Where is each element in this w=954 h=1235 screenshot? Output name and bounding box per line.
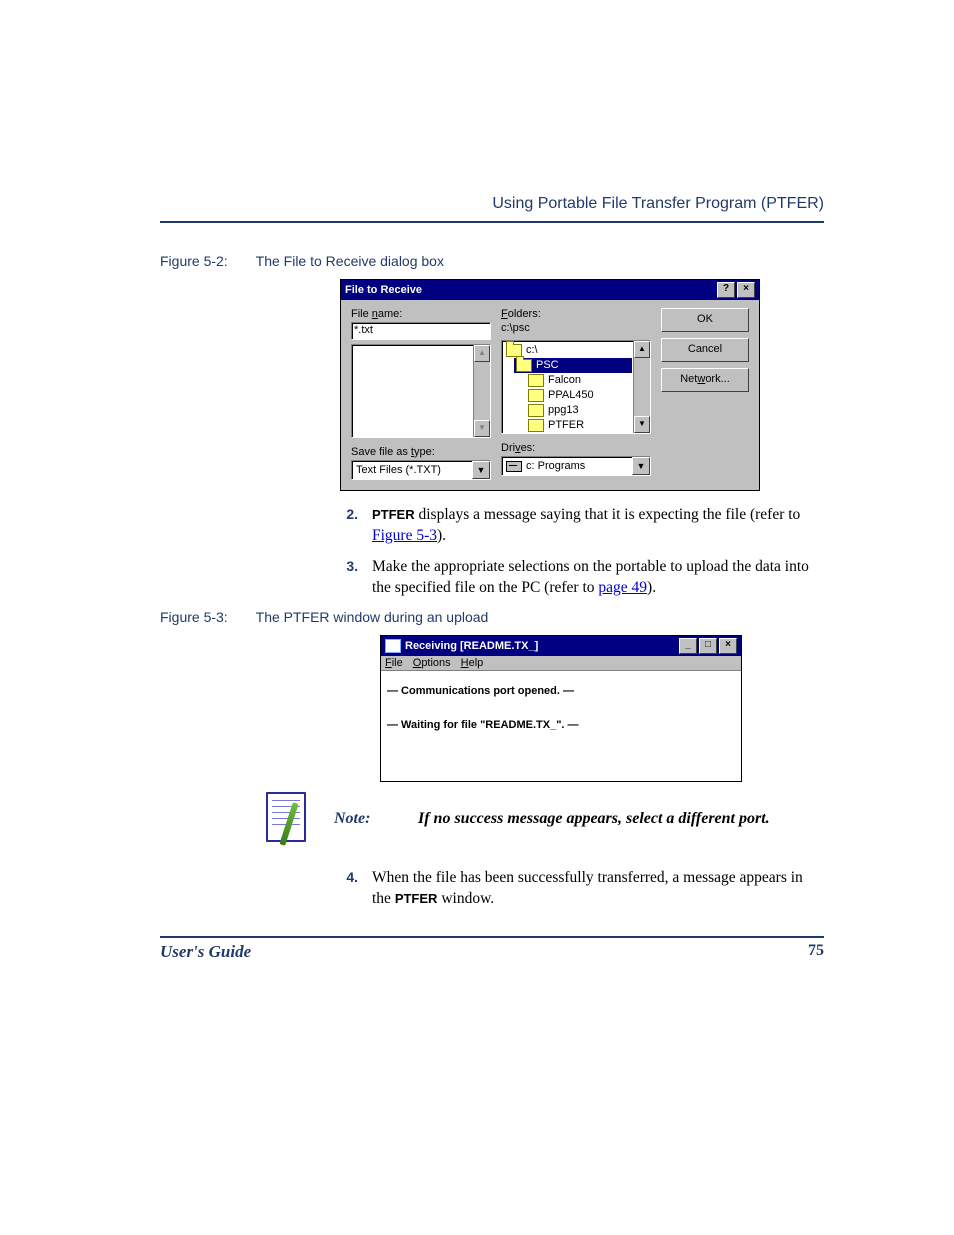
scroll-up-icon[interactable]: ▲: [634, 341, 650, 358]
folder-label: PPAL450: [548, 388, 594, 403]
note-label: Note:: [334, 810, 394, 828]
step-text: PTFER displays a message saying that it …: [372, 505, 824, 547]
menu-file[interactable]: File: [385, 657, 403, 669]
save-as-type-value: Text Files (*.TXT): [352, 461, 472, 479]
filename-label: File name:: [351, 308, 491, 320]
help-icon[interactable]: ?: [717, 282, 735, 298]
folder-icon: [528, 404, 544, 417]
drive-icon: [506, 461, 522, 472]
footer-title: User's Guide: [160, 942, 251, 962]
folder-icon: [528, 374, 544, 387]
folders-label: Folders:: [501, 308, 651, 320]
folder-label: c:\: [526, 343, 538, 358]
save-as-type-combo[interactable]: Text Files (*.TXT) ▼: [351, 460, 491, 480]
page-number: 75: [808, 942, 824, 962]
note-icon: [260, 792, 310, 846]
section-header: Using Portable File Transfer Program (PT…: [160, 195, 824, 223]
filename-input[interactable]: *.txt: [351, 322, 491, 340]
window-title-text: Receiving [README.TX_]: [405, 640, 538, 652]
ptfer-window: Receiving [README.TX_] _ □ × File Option…: [380, 635, 742, 782]
close-icon[interactable]: ×: [719, 638, 737, 654]
file-to-receive-dialog: File to Receive ? × File name: *.txt ▲ ▼: [340, 279, 760, 491]
folder-label: Falcon: [548, 373, 581, 388]
network-button[interactable]: Network...: [661, 368, 749, 392]
dialog-title-text: File to Receive: [345, 284, 422, 296]
folder-treeview[interactable]: c:\ PSC Falcon PPAL450: [501, 340, 651, 434]
link-figure-5-3[interactable]: Figure 5-3: [372, 527, 437, 544]
folder-label: PTFER: [548, 418, 584, 433]
folder-icon: [528, 389, 544, 402]
step-number: 4.: [340, 868, 358, 910]
close-icon[interactable]: ×: [737, 282, 755, 298]
step-text: When the file has been successfully tran…: [372, 868, 824, 910]
step-4: 4. When the file has been successfully t…: [340, 868, 824, 910]
figure-caption-text: The PTFER window during an upload: [256, 609, 489, 625]
save-as-type-label: Save file as type:: [351, 446, 491, 458]
folder-open-icon: [516, 359, 532, 372]
step-number: 3.: [340, 557, 358, 599]
maximize-icon[interactable]: □: [699, 638, 717, 654]
keyword-ptfer: PTFER: [395, 891, 438, 906]
page-footer: User's Guide 75: [160, 938, 824, 962]
app-icon: [385, 639, 401, 653]
ok-button[interactable]: OK: [661, 308, 749, 332]
note-text: If no success message appears, select a …: [418, 810, 770, 828]
folder-icon: [528, 419, 544, 432]
step-3: 3. Make the appropriate selections on th…: [340, 557, 824, 599]
minimize-icon[interactable]: _: [679, 638, 697, 654]
dialog-titlebar: File to Receive ? ×: [341, 280, 759, 300]
folder-selected[interactable]: PSC: [514, 358, 632, 373]
scroll-up-icon[interactable]: ▲: [474, 345, 490, 362]
menu-help[interactable]: Help: [461, 657, 484, 669]
window-titlebar: Receiving [README.TX_] _ □ ×: [381, 636, 741, 656]
menu-bar: File Options Help: [381, 656, 741, 671]
folder-label: PSC: [536, 358, 559, 373]
folder-child[interactable]: PPAL450: [526, 388, 632, 403]
keyword-ptfer: PTFER: [372, 507, 415, 522]
step-text: Make the appropriate selections on the p…: [372, 557, 824, 599]
step-2: 2. PTFER displays a message saying that …: [340, 505, 824, 547]
drives-label: Drives:: [501, 442, 651, 454]
folder-child[interactable]: ppg13: [526, 403, 632, 418]
step-number: 2.: [340, 505, 358, 547]
chevron-down-icon[interactable]: ▼: [472, 461, 490, 479]
figure-label: Figure 5-2:: [160, 253, 252, 269]
file-list-scrollbar[interactable]: ▲ ▼: [473, 345, 490, 437]
drives-combo[interactable]: c: Programs ▼: [501, 456, 651, 476]
menu-options[interactable]: Options: [413, 657, 451, 669]
figure-5-3-caption: Figure 5-3: The PTFER window during an u…: [160, 609, 824, 625]
folder-list-scrollbar[interactable]: ▲ ▼: [633, 341, 650, 433]
folders-path: c:\psc: [501, 322, 651, 334]
cancel-button[interactable]: Cancel: [661, 338, 749, 362]
link-page-49[interactable]: page 49: [598, 579, 647, 596]
window-client-area: — Communications port opened. — — Waitin…: [381, 671, 741, 781]
figure-caption-text: The File to Receive dialog box: [256, 253, 444, 269]
figure-label: Figure 5-3:: [160, 609, 252, 625]
note-block: Note: If no success message appears, sel…: [260, 792, 824, 846]
file-listbox[interactable]: ▲ ▼: [351, 344, 491, 438]
status-line: — Waiting for file "README.TX_". —: [387, 719, 735, 731]
chevron-down-icon[interactable]: ▼: [632, 457, 650, 475]
folder-child[interactable]: PTFER: [526, 418, 632, 433]
status-line: — Communications port opened. —: [387, 685, 735, 697]
scroll-down-icon[interactable]: ▼: [634, 416, 650, 433]
drives-value: c: Programs: [526, 460, 585, 472]
folder-label: ppg13: [548, 403, 579, 418]
scroll-down-icon[interactable]: ▼: [474, 420, 490, 437]
folder-child[interactable]: Falcon: [526, 373, 632, 388]
figure-5-2-caption: Figure 5-2: The File to Receive dialog b…: [160, 253, 824, 269]
